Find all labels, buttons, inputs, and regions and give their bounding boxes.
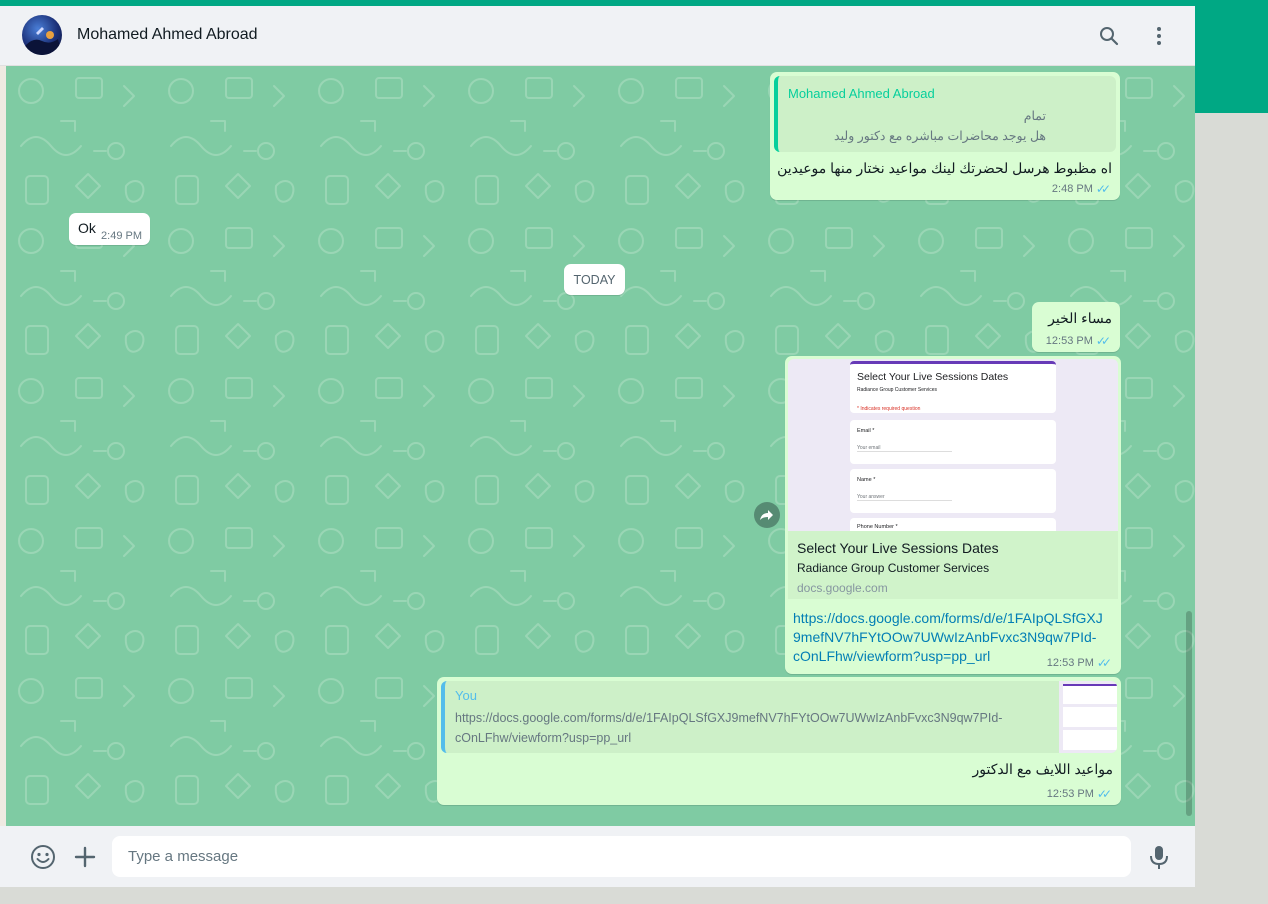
message-meta: 12:53 PM ✓✓ (1046, 656, 1112, 670)
form-field-card: Name * Your answer (850, 469, 1056, 513)
message-text: مساء الخير (1048, 310, 1112, 326)
form-field-card: Email * Your email (850, 420, 1056, 464)
outgoing-message[interactable]: مساء الخير 12:53 PM ✓✓ (1032, 302, 1120, 352)
message-text: Ok (78, 220, 96, 236)
chat-window: Mohamed Ahmed Abroad Mohamed Ahmed Abroa… (0, 6, 1195, 887)
double-check-icon: ✓✓ (1095, 334, 1111, 348)
double-check-icon: ✓✓ (1096, 787, 1112, 801)
forward-icon (760, 510, 773, 520)
quoted-message[interactable]: You https://docs.google.com/forms/d/e/1F… (441, 681, 1117, 753)
quote-author: You (455, 688, 477, 703)
form-field-label: Name * (857, 477, 876, 483)
link-domain: docs.google.com (797, 581, 888, 595)
quote-line: هل يوجد محاضرات مباشره مع دكتور وليد (834, 129, 1046, 143)
incoming-message[interactable]: Ok 2:49 PM (69, 213, 150, 245)
microphone-icon[interactable] (1148, 844, 1170, 870)
link-preview-image[interactable]: Select Your Live Sessions Dates Radiance… (788, 359, 1118, 531)
double-check-icon: ✓✓ (1095, 182, 1111, 196)
emoji-icon[interactable] (30, 844, 56, 870)
search-icon[interactable] (1097, 24, 1121, 48)
message-time: 2:48 PM (1051, 183, 1093, 195)
contact-name[interactable]: Mohamed Ahmed Abroad (77, 26, 258, 44)
message-input-box[interactable] (112, 836, 1131, 877)
link-preview-info[interactable]: Select Your Live Sessions Dates Radiance… (788, 531, 1118, 599)
chat-scrollbar[interactable] (1186, 611, 1192, 816)
outgoing-message[interactable]: You https://docs.google.com/forms/d/e/1F… (437, 677, 1121, 805)
outgoing-message[interactable]: Mohamed Ahmed Abroad تمام هل يوجد محاضرا… (770, 72, 1120, 200)
message-time: 12:53 PM (1046, 788, 1094, 800)
message-time: 12:53 PM (1045, 335, 1093, 347)
quote-author: Mohamed Ahmed Abroad (788, 86, 935, 101)
quote-line: https://docs.google.com/forms/d/e/1FAIpQ… (455, 711, 1003, 725)
form-subtitle: Radiance Group Customer Services (857, 387, 938, 393)
message-time: 2:49 PM (101, 230, 142, 242)
form-field-placeholder: Your answer (857, 494, 952, 501)
message-composer (0, 826, 1195, 887)
form-header-card: Select Your Live Sessions Dates Radiance… (850, 361, 1056, 413)
form-required-note: * Indicates required question (857, 406, 921, 412)
forward-button[interactable] (754, 502, 780, 528)
quoted-message[interactable]: Mohamed Ahmed Abroad تمام هل يوجد محاضرا… (774, 76, 1116, 152)
double-check-icon: ✓✓ (1096, 656, 1112, 670)
chat-area[interactable]: Mohamed Ahmed Abroad تمام هل يوجد محاضرا… (6, 66, 1195, 826)
url-line: 9mefNV7hFYtOOw7UWwIzAnbFvxc3N9qw7PId- (793, 629, 1097, 645)
plus-icon[interactable] (73, 845, 97, 869)
form-title: Select Your Live Sessions Dates (857, 371, 1009, 383)
quote-line: تمام (1023, 109, 1046, 123)
form-field-placeholder: Your email (857, 445, 952, 452)
message-meta: 12:53 PM ✓✓ (1045, 334, 1111, 348)
message-input[interactable] (112, 836, 1131, 877)
form-field-card: Phone Number * (850, 518, 1056, 531)
quote-line: cOnLFhw/viewform?usp=pp_url (455, 731, 632, 745)
link-description: Radiance Group Customer Services (797, 561, 990, 575)
message-text: مواعيد اللايف مع الدكتور (972, 761, 1113, 777)
message-meta: 2:48 PM ✓✓ (1051, 182, 1111, 196)
message-time: 12:53 PM (1046, 657, 1094, 669)
form-field-label: Email * (857, 428, 875, 434)
message-text: اه مظبوط هرسل لحضرتك لينك مواعيد نختار م… (777, 160, 1112, 176)
more-vertical-icon[interactable] (1147, 24, 1171, 48)
form-field-label: Phone Number * (857, 524, 898, 530)
outgoing-message[interactable]: Select Your Live Sessions Dates Radiance… (785, 356, 1121, 674)
link-title: Select Your Live Sessions Dates (797, 540, 999, 556)
quote-thumbnail (1059, 681, 1117, 753)
date-divider: TODAY (564, 264, 625, 295)
avatar[interactable] (22, 15, 62, 55)
url-line: https://docs.google.com/forms/d/e/1FAIpQ… (793, 610, 1103, 626)
message-meta: 12:53 PM ✓✓ (1046, 787, 1112, 801)
chat-header: Mohamed Ahmed Abroad (0, 6, 1195, 66)
